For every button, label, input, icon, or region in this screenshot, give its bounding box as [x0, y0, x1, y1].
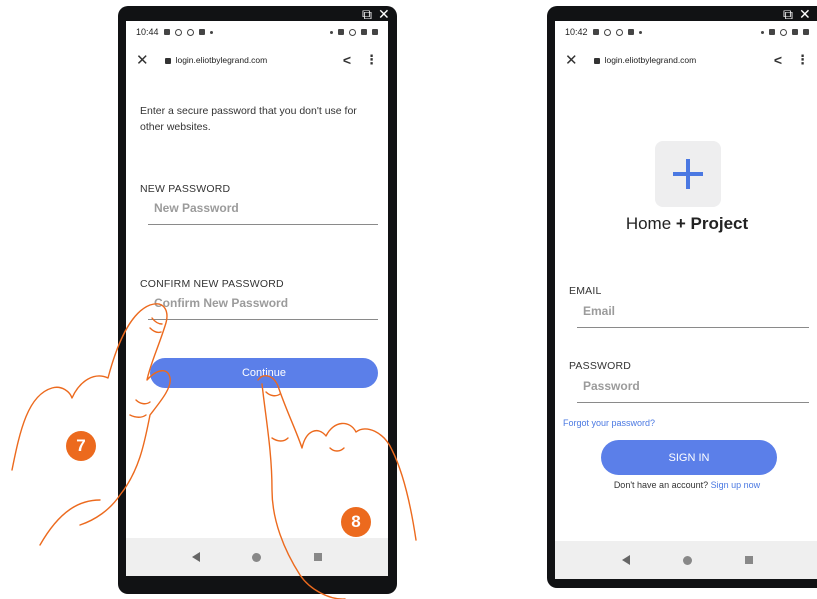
notification-icon: [592, 29, 599, 35]
window-close-icon[interactable]: ✕: [378, 7, 390, 21]
external-link-icon[interactable]: ⧉: [783, 7, 793, 21]
sign-up-link[interactable]: Sign up now: [711, 480, 761, 490]
lock-icon: [164, 58, 171, 64]
more-vert-icon[interactable]: ⋮: [365, 52, 378, 68]
more-vert-icon[interactable]: ⋮: [796, 52, 809, 68]
step-badge-7: 7: [66, 431, 96, 461]
close-icon[interactable]: ✕: [565, 51, 578, 69]
browser-url-bar: ✕ login.eliotbylegrand.com < ⋮: [555, 45, 817, 75]
no-account-text: Don't have an account?: [613, 480, 709, 490]
dot-icon: [638, 30, 642, 34]
battery-icon: [372, 29, 378, 35]
back-icon[interactable]: [192, 552, 201, 562]
url-text[interactable]: login.eliotbylegrand.com: [176, 55, 343, 65]
new-password-input[interactable]: [148, 201, 378, 225]
url-text[interactable]: login.eliotbylegrand.com: [605, 55, 774, 65]
password-label: PASSWORD: [569, 360, 632, 372]
window-close-icon[interactable]: ✕: [799, 7, 811, 21]
brand-title: Home + Project: [555, 214, 817, 234]
confirm-password-label: CONFIRM NEW PASSWORD: [140, 278, 284, 290]
cast-icon: [198, 29, 205, 35]
plus-logo-icon: [673, 159, 703, 189]
confirm-password-input[interactable]: [148, 296, 378, 320]
home-icon[interactable]: [682, 555, 692, 565]
cast-icon: [627, 29, 634, 35]
eye-icon: [186, 28, 194, 36]
sign-up-prompt: Don't have an account? Sign up now: [555, 480, 817, 490]
wifi-icon: [792, 29, 798, 35]
password-input[interactable]: [577, 379, 809, 403]
left-hand-wrist: [39, 499, 101, 546]
android-nav-bar: [555, 541, 817, 579]
share-icon[interactable]: <: [774, 52, 782, 68]
continue-button[interactable]: Continue: [150, 358, 378, 388]
lock-icon: [593, 58, 600, 64]
step-badge-8: 8: [341, 507, 371, 537]
phone-right: ⧉ ✕ 10:42 ✕ login.eliotbylegrand.com < ⋮…: [547, 6, 817, 588]
bluetooth-icon: [761, 30, 764, 34]
bluetooth-icon: [330, 30, 333, 34]
dot-icon: [209, 30, 213, 34]
status-time: 10:44: [136, 27, 159, 37]
window-controls: ⧉ ✕: [362, 7, 390, 21]
recent-apps-icon[interactable]: [744, 556, 753, 564]
email-label: EMAIL: [569, 285, 602, 297]
android-nav-bar: [126, 538, 388, 576]
status-bar: 10:44: [126, 21, 388, 43]
brand-bold: + Project: [675, 214, 749, 233]
brand-prefix: Home: [625, 214, 676, 233]
wifi-icon: [361, 29, 367, 35]
notification-icon: [163, 29, 170, 35]
intro-text: Enter a secure password that you don't u…: [140, 105, 357, 133]
window-controls: ⧉ ✕: [783, 7, 811, 21]
status-time: 10:42: [565, 27, 588, 37]
vibrate-icon: [349, 28, 356, 36]
phone-left: ⧉ ✕ 10:44 ✕ login.eliotbylegrand.com < ⋮…: [118, 6, 397, 594]
forgot-password-link[interactable]: Forgot your password?: [563, 418, 655, 428]
status-bar: 10:42: [555, 21, 817, 43]
sync-icon: [174, 28, 182, 36]
sync-icon: [603, 28, 611, 36]
share-icon[interactable]: <: [343, 52, 351, 68]
screen-right: 10:42 ✕ login.eliotbylegrand.com < ⋮ Hom…: [555, 21, 817, 579]
close-icon[interactable]: ✕: [136, 51, 149, 69]
vibrate-icon: [780, 28, 787, 36]
sign-in-button[interactable]: SIGN IN: [601, 440, 777, 475]
app-logo: [655, 141, 721, 207]
nfc-icon: [769, 29, 775, 35]
nfc-icon: [338, 29, 344, 35]
back-icon[interactable]: [621, 555, 630, 565]
recent-apps-icon[interactable]: [313, 553, 322, 561]
email-input[interactable]: [577, 304, 809, 328]
browser-url-bar: ✕ login.eliotbylegrand.com < ⋮: [126, 45, 388, 75]
external-link-icon[interactable]: ⧉: [362, 7, 372, 21]
new-password-label: NEW PASSWORD: [140, 183, 231, 195]
battery-icon: [803, 29, 809, 35]
home-icon[interactable]: [252, 552, 262, 562]
eye-icon: [615, 28, 623, 36]
screen-left: 10:44 ✕ login.eliotbylegrand.com < ⋮ Ent…: [126, 21, 388, 576]
